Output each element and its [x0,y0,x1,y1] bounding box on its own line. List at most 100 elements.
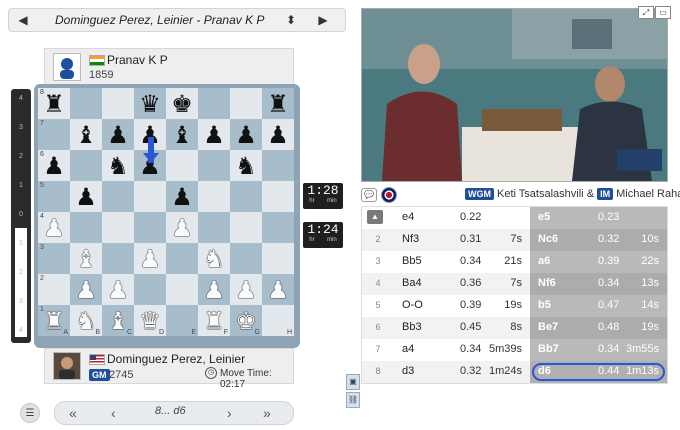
square-c3[interactable] [102,243,134,274]
white-bishop-icon[interactable]: ♝ [75,247,97,271]
white-move[interactable]: d3 [402,365,414,377]
square-d5[interactable] [134,181,166,212]
square-a3[interactable]: 3 [38,243,70,274]
black-move-cell[interactable]: a6 0.39 22s [530,251,667,273]
square-a4[interactable]: 4 ♟ [38,212,70,243]
window-icon[interactable]: ▭ [655,6,671,19]
live-video[interactable] [361,8,668,182]
black-move[interactable]: Be7 [538,321,558,333]
black-move-cell[interactable]: d6 0.44 1m13s [530,361,667,383]
square-h6[interactable] [262,150,294,181]
square-e4[interactable]: ♟ [166,212,198,243]
black-move-cell[interactable]: Be7 0.48 19s [530,317,667,339]
white-queen-icon[interactable]: ♛ [139,309,161,333]
next-game-button[interactable]: ▶ [309,9,337,31]
square-g4[interactable] [230,212,262,243]
square-g2[interactable]: ♟ [230,274,262,305]
first-move-button[interactable]: « [69,405,77,421]
square-c1[interactable]: C ♝ [102,305,134,336]
prev-move-button[interactable]: ‹ [111,405,116,421]
black-move-cell[interactable]: b5 0.47 14s [530,295,667,317]
square-e7[interactable]: ♝ [166,119,198,150]
white-rook-icon[interactable]: ♜ [203,309,225,333]
white-pawn-icon[interactable]: ♟ [235,278,257,302]
square-g6[interactable]: ♞ [230,150,262,181]
square-g7[interactable]: ♟ [230,119,262,150]
white-move[interactable]: Bb3 [402,321,422,333]
square-b5[interactable]: ♟ [70,181,102,212]
square-b1[interactable]: B ♞ [70,305,102,336]
square-a1[interactable]: 1 A ♜ [38,305,70,336]
white-pawn-icon[interactable]: ♟ [43,216,65,240]
black-bishop-icon[interactable]: ♝ [171,123,193,147]
white-move[interactable]: O-O [402,299,423,311]
white-move[interactable]: Nf3 [402,233,419,245]
hamburger-icon[interactable]: ☰ [20,403,40,423]
square-c2[interactable]: ♟ [102,274,134,305]
white-bishop-icon[interactable]: ♝ [107,309,129,333]
black-pawn-icon[interactable]: ♟ [203,123,225,147]
square-e2[interactable] [166,274,198,305]
white-rook-icon[interactable]: ♜ [43,309,65,333]
black-pawn-icon[interactable]: ♟ [171,185,193,209]
white-pawn-icon[interactable]: ♟ [139,247,161,271]
black-move[interactable]: b5 [538,299,551,311]
square-f3[interactable]: ♞ [198,243,230,274]
black-move-cell[interactable]: Nf6 0.34 13s [530,273,667,295]
square-f7[interactable]: ♟ [198,119,230,150]
white-move[interactable]: e4 [402,211,414,223]
square-g8[interactable] [230,88,262,119]
black-move[interactable]: a6 [538,255,550,267]
square-a2[interactable]: 2 [38,274,70,305]
expand-icon[interactable]: ⤢ [638,6,654,19]
black-pawn-icon[interactable]: ♟ [43,154,65,178]
square-a8[interactable]: 8 ♜ [38,88,70,119]
black-pawn-icon[interactable]: ♟ [235,123,257,147]
black-knight-icon[interactable]: ♞ [235,154,257,178]
square-h2[interactable]: ♟ [262,274,294,305]
square-d1[interactable]: D ♛ [134,305,166,336]
square-d3[interactable]: ♟ [134,243,166,274]
black-move[interactable]: e5 [538,211,550,223]
square-c7[interactable]: ♟ [102,119,134,150]
square-g3[interactable] [230,243,262,274]
black-rook-icon[interactable]: ♜ [43,92,65,116]
square-c8[interactable] [102,88,134,119]
scroll-up-button[interactable]: ▲ [367,210,383,224]
square-h4[interactable] [262,212,294,243]
black-knight-icon[interactable]: ♞ [107,154,129,178]
square-d4[interactable] [134,212,166,243]
square-f8[interactable] [198,88,230,119]
black-move-cell[interactable]: Nc6 0.32 10s [530,229,667,251]
white-knight-icon[interactable]: ♞ [75,309,97,333]
white-move[interactable]: Ba4 [402,277,422,289]
chat-icon[interactable]: 💬 [361,188,377,202]
black-pawn-icon[interactable]: ♟ [107,123,129,147]
square-b3[interactable]: ♝ [70,243,102,274]
square-f6[interactable] [198,150,230,181]
square-f4[interactable] [198,212,230,243]
black-move-cell[interactable]: Bb7 0.34 3m55s [530,339,667,361]
game-selector[interactable]: ◀ Dominguez Perez, Leinier - Pranav K P … [8,8,346,32]
square-b8[interactable] [70,88,102,119]
black-king-icon[interactable]: ♚ [171,92,193,116]
white-pawn-icon[interactable]: ♟ [107,278,129,302]
black-rook-icon[interactable]: ♜ [267,92,289,116]
square-e3[interactable] [166,243,198,274]
square-e8[interactable]: ♚ [166,88,198,119]
prev-game-button[interactable]: ◀ [9,9,37,31]
updown-icon[interactable]: ⬍ [277,9,305,31]
square-b2[interactable]: ♟ [70,274,102,305]
square-c6[interactable]: ♞ [102,150,134,181]
square-h8[interactable]: ♜ [262,88,294,119]
white-pawn-icon[interactable]: ♟ [203,278,225,302]
square-c4[interactable] [102,212,134,243]
black-move[interactable]: d6 [538,365,551,377]
white-move[interactable]: Bb5 [402,255,422,267]
white-pawn-icon[interactable]: ♟ [171,216,193,240]
white-pawn-icon[interactable]: ♟ [75,278,97,302]
square-b7[interactable]: ♝ [70,119,102,150]
chess-board[interactable]: 8 ♜ ♛ ♚ ♜ 7 ♝ ♟ ♟ ♝ ♟ ♟ ♟ 6 ♟ ♞ ♟ ♞ 5 ♟ ♟ 4 ♟ ♟ 3 ♝ ♟ ♞ 2 ♟ ♟ ♟ ♟ ♟ 1 A ♜ B ♞ C… [38,88,294,336]
last-move-button[interactable]: » [263,405,271,421]
white-pawn-icon[interactable]: ♟ [267,278,289,302]
